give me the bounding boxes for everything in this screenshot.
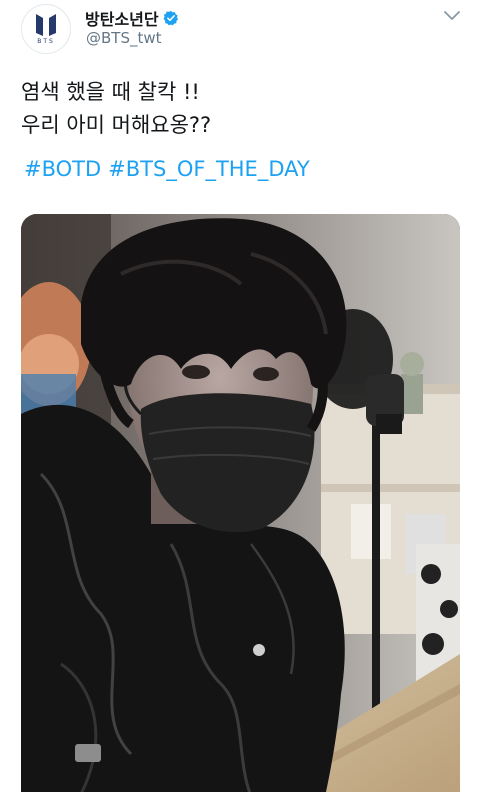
hashtags: #BOTD #BTS_OF_THE_DAY — [24, 157, 310, 181]
tweet-text-line-2: 우리 아미 머해요옹?? — [21, 113, 212, 137]
display-name[interactable]: 방탄소년단 — [85, 6, 159, 30]
tweet-photo[interactable] — [21, 214, 460, 792]
avatar[interactable]: BTS — [21, 4, 71, 54]
name-row: 방탄소년단 — [85, 6, 179, 30]
right-eye — [253, 367, 279, 381]
bts-logo-icon — [36, 14, 56, 36]
tweet-text: 염색 했을 때 찰칵 !! 우리 아미 머해요옹?? — [21, 76, 461, 142]
jacket-badge — [75, 744, 101, 762]
tweet-text-line-1: 염색 했을 때 찰칵 !! — [21, 80, 200, 104]
hashtag-botd[interactable]: #BOTD — [24, 157, 101, 181]
verified-badge-icon — [163, 11, 178, 26]
handle[interactable]: @BTS_twt — [86, 29, 162, 47]
avatar-wordmark: BTS — [37, 38, 55, 45]
jacket-button — [253, 644, 265, 656]
hashtag-bts-of-the-day[interactable]: #BTS_OF_THE_DAY — [108, 157, 310, 181]
left-eye — [182, 365, 210, 379]
chevron-down-icon[interactable] — [442, 8, 462, 24]
photo-illustration — [21, 214, 460, 792]
tweet: BTS 방탄소년단 @BTS_twt 염색 했을 때 찰칵 !! 우리 아미 머… — [0, 0, 480, 792]
